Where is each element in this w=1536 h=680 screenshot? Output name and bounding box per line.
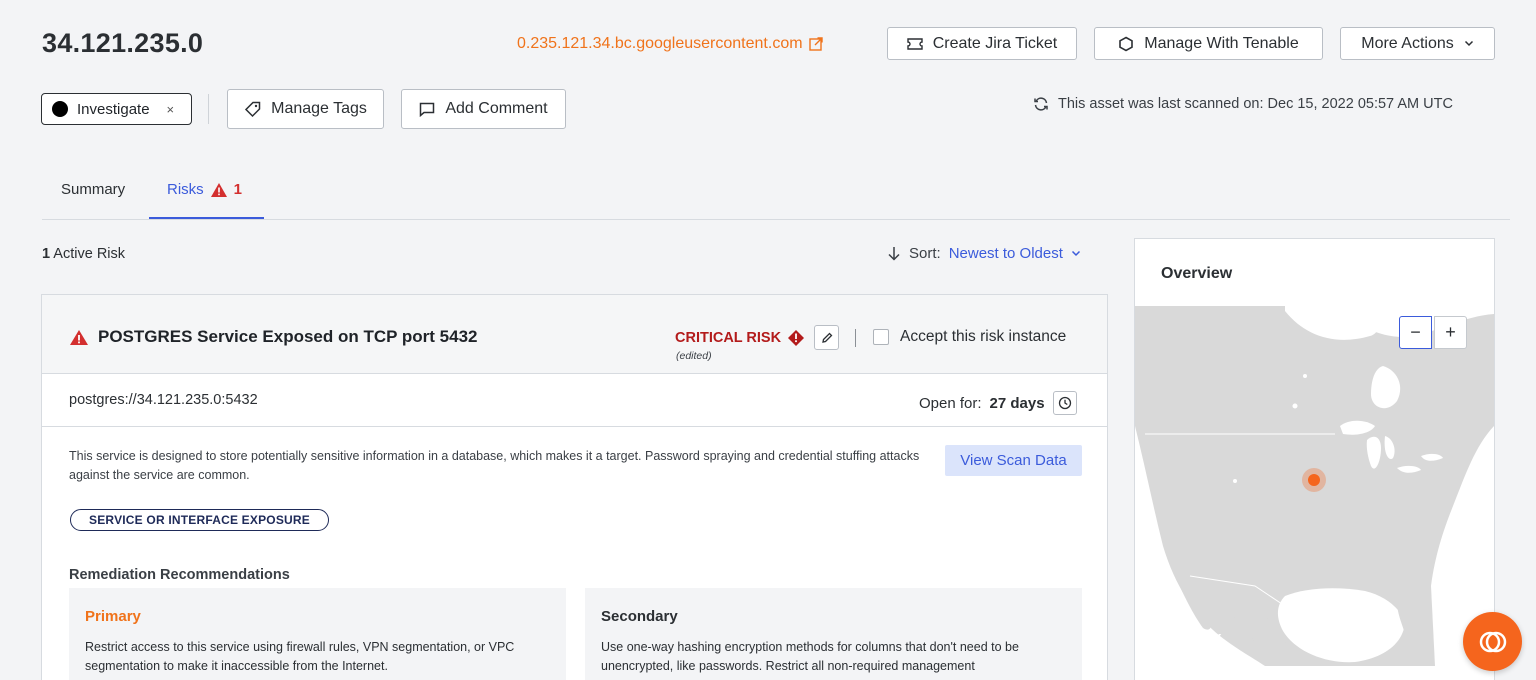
risk-endpoint: postgres://34.121.235.0:5432 <box>69 392 258 408</box>
open-for: Open for: 27 days <box>919 391 1077 415</box>
view-scan-data-button[interactable]: View Scan Data <box>945 445 1082 476</box>
active-risk-count: 1 Active Risk <box>42 246 125 262</box>
tag-icon <box>245 101 261 117</box>
jira-label: Create Jira Ticket <box>932 34 1058 52</box>
manage-tags-button[interactable]: Manage Tags <box>227 89 384 129</box>
critical-diamond-icon <box>788 330 805 346</box>
chevron-down-icon <box>1464 40 1473 47</box>
header-separator <box>855 329 856 347</box>
accept-risk-label: Accept this risk instance <box>900 328 1067 345</box>
app-frame: 34.121.235.0 0.235.121.34.bc.googleuserc… <box>0 0 1536 680</box>
risk-card-header: POSTGRES Service Exposed on TCP port 543… <box>42 295 1107 374</box>
add-comment-label: Add Comment <box>445 100 548 117</box>
add-comment-button[interactable]: Add Comment <box>401 89 566 129</box>
severity-text: CRITICAL RISK <box>675 330 782 346</box>
severity-label: CRITICAL RISK <box>675 329 805 347</box>
status-dot <box>52 101 68 117</box>
overview-panel: Overview − + mapbox <box>1134 238 1495 680</box>
history-button[interactable] <box>1052 391 1077 415</box>
accept-risk-toggle[interactable]: Accept this risk instance <box>873 328 1066 346</box>
refresh-icon <box>1034 97 1048 111</box>
chat-assistant-button[interactable] <box>1463 612 1522 671</box>
mapbox-icon <box>1143 628 1161 646</box>
remediation-heading: Remediation Recommendations <box>69 567 290 583</box>
risk-category-badge: SERVICE OR INTERFACE EXPOSURE <box>70 509 329 531</box>
risk-endpoint-row: postgres://34.121.235.0:5432 Open for: 2… <box>42 374 1107 427</box>
warning-icon <box>70 329 88 345</box>
risk-card: POSTGRES Service Exposed on TCP port 543… <box>41 294 1108 680</box>
open-for-label: Open for: <box>919 394 982 412</box>
primary-heading: Primary <box>85 608 141 625</box>
overview-title: Overview <box>1161 265 1233 282</box>
edited-note: (edited) <box>676 350 712 362</box>
more-actions-label: More Actions <box>1361 34 1454 52</box>
mapbox-text: mapbox <box>1164 628 1222 646</box>
last-scanned-info: This asset was last scanned on: Dec 15, … <box>1033 96 1453 112</box>
clock-icon <box>1058 396 1071 410</box>
secondary-recommendation: Secondary Use one-way hashing encryption… <box>585 588 1082 680</box>
zoom-out-button[interactable]: − <box>1399 316 1432 349</box>
accept-risk-checkbox[interactable] <box>873 329 889 345</box>
sort-label: Sort: <box>909 245 941 262</box>
risk-title-text: POSTGRES Service Exposed on TCP port 543… <box>98 327 478 346</box>
tabs-divider <box>42 219 1510 220</box>
risks-count-badge: 1 <box>233 181 243 198</box>
create-jira-ticket-button[interactable]: Create Jira Ticket <box>887 27 1077 60</box>
risk-description: This service is designed to store potent… <box>69 449 920 482</box>
tenable-label: Manage With Tenable <box>1144 34 1299 52</box>
last-scanned-text: This asset was last scanned on: Dec 15, … <box>1058 96 1453 112</box>
ticket-icon <box>907 37 923 50</box>
external-link-icon <box>808 37 823 51</box>
risk-title: POSTGRES Service Exposed on TCP port 543… <box>69 327 477 347</box>
chevron-down-icon <box>1071 250 1080 257</box>
comment-icon <box>420 102 435 117</box>
secondary-text: Use one-way hashing encryption methods f… <box>601 640 1019 673</box>
map-graphic <box>1135 306 1494 666</box>
secondary-heading: Secondary <box>601 608 678 625</box>
sort-control[interactable]: Sort: Newest to Oldest <box>887 245 1081 262</box>
chat-rings-icon <box>1479 631 1506 652</box>
status-chip-investigate[interactable]: Investigate × <box>41 93 192 125</box>
manage-with-tenable-button[interactable]: Manage With Tenable <box>1094 27 1323 60</box>
hostname-text: 0.235.121.34.bc.googleusercontent.com <box>517 35 803 52</box>
tenable-icon <box>1119 36 1134 51</box>
manage-tags-label: Manage Tags <box>271 100 367 117</box>
toolbar-divider <box>208 94 209 124</box>
pencil-icon <box>821 332 832 343</box>
close-icon[interactable]: × <box>167 102 175 117</box>
status-chip-label: Investigate <box>77 100 150 118</box>
active-risk-label: Active Risk <box>50 246 126 262</box>
tab-summary[interactable]: Summary <box>61 181 125 198</box>
primary-text: Restrict access to this service using fi… <box>85 640 515 673</box>
hostname-link[interactable]: 0.235.121.34.bc.googleusercontent.com <box>517 35 823 53</box>
more-actions-button[interactable]: More Actions <box>1340 27 1495 60</box>
active-risk-number: 1 <box>42 246 51 262</box>
tab-risks-label: Risks <box>167 181 204 198</box>
open-for-value: 27 days <box>989 394 1045 412</box>
edit-severity-button[interactable] <box>814 325 839 350</box>
sort-value: Newest to Oldest <box>948 245 1063 262</box>
mapbox-logo: mapbox <box>1143 628 1222 646</box>
asset-title: 34.121.235.0 <box>42 28 204 58</box>
tab-risks[interactable]: Risks 1 <box>167 181 242 198</box>
warning-icon <box>210 182 227 197</box>
primary-recommendation: Primary Restrict access to this service … <box>69 588 566 680</box>
zoom-in-button[interactable]: + <box>1434 316 1467 349</box>
location-map[interactable]: − + mapbox <box>1135 306 1494 666</box>
arrow-down-icon <box>888 247 900 261</box>
